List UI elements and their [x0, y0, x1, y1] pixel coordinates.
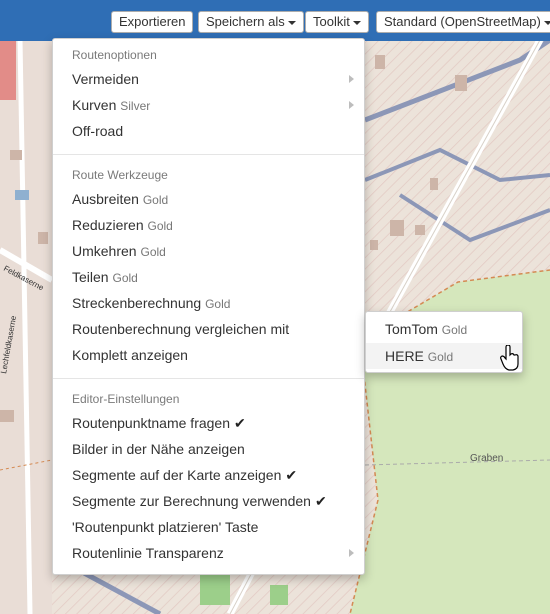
tier-badge-silver: Silver: [120, 99, 151, 113]
chevron-right-icon: [349, 101, 354, 109]
menu-item-route-line-transparency[interactable]: Routenlinie Transparenz: [53, 540, 364, 566]
section-header-route-options: Routenoptionen: [72, 48, 157, 62]
checkmark-icon: ✔: [314, 493, 327, 509]
menu-item-label: Off-road: [72, 123, 124, 139]
menu-item-label: Bilder in der Nähe anzeigen: [72, 441, 245, 457]
menu-item-ask-waypoint-name[interactable]: Routenpunktname fragen ✔: [53, 410, 364, 436]
checkmark-icon: ✔: [234, 415, 246, 431]
map-style-dropdown[interactable]: Standard (OpenStreetMap): [376, 11, 550, 33]
tier-badge-gold: Gold: [142, 193, 169, 207]
save-as-dropdown[interactable]: Speichern als: [198, 11, 304, 33]
menu-item-label: Segmente zur Berechnung verwenden: [72, 493, 311, 509]
toolkit-label: Toolkit: [313, 14, 350, 29]
map-style-label: Standard (OpenStreetMap): [384, 14, 541, 29]
tier-badge-gold: Gold: [147, 219, 173, 233]
map-label-graben: Graben: [470, 453, 503, 464]
top-toolbar: Exportieren Speichern als Toolkit Standa…: [0, 0, 550, 41]
menu-item-avoid[interactable]: Vermeiden: [53, 66, 364, 92]
tier-badge-gold: Gold: [205, 297, 231, 311]
submenu-item-tomtom[interactable]: TomTom Gold: [366, 316, 522, 342]
tier-badge-gold: Gold: [140, 245, 166, 259]
tier-badge-gold: Gold: [112, 271, 138, 285]
submenu-item-label: TomTom: [385, 321, 438, 337]
chevron-right-icon: [349, 75, 354, 83]
menu-item-label: Teilen: [72, 269, 109, 285]
menu-item-label: Routenberechnung vergleichen mit: [72, 321, 290, 337]
menu-item-label: Routenpunktname fragen: [72, 415, 230, 431]
hand-pointer-icon: [500, 345, 519, 371]
menu-item-label: Umkehren: [72, 243, 137, 259]
save-as-label: Speichern als: [206, 14, 285, 29]
menu-item-spread[interactable]: Ausbreiten Gold: [53, 186, 364, 212]
menu-item-show-segments-on-map[interactable]: Segmente auf der Karte anzeigen ✔: [53, 462, 364, 488]
menu-item-label: Ausbreiten: [72, 191, 139, 207]
toolkit-dropdown[interactable]: Toolkit: [305, 11, 369, 33]
chevron-right-icon: [349, 549, 354, 557]
toolkit-menu: Routenoptionen Vermeiden Kurven Silver O…: [52, 38, 365, 575]
export-button[interactable]: Exportieren: [111, 11, 194, 33]
checkmark-icon: ✔: [285, 467, 298, 483]
export-button-label: Exportieren: [119, 14, 186, 29]
section-header-editor-settings: Editor-Einstellungen: [72, 392, 180, 406]
menu-item-label: Routenlinie Transparenz: [72, 545, 224, 561]
caret-down-icon: [352, 20, 361, 25]
tier-badge-gold: Gold: [427, 350, 454, 364]
menu-item-label: Streckenberechnung: [72, 295, 202, 311]
submenu-item-here[interactable]: HERE Gold: [366, 343, 522, 369]
menu-item-route-calculation[interactable]: Streckenberechnung Gold: [53, 290, 364, 316]
menu-divider: [53, 378, 364, 379]
tier-badge-gold: Gold: [441, 323, 468, 337]
menu-item-compare-route[interactable]: Routenberechnung vergleichen mit: [53, 316, 364, 342]
section-header-route-tools: Route Werkzeuge: [72, 168, 168, 182]
menu-item-place-waypoint-key[interactable]: 'Routenpunkt platzieren' Taste: [53, 514, 364, 540]
menu-item-label: 'Routenpunkt platzieren' Taste: [72, 519, 259, 535]
menu-item-reverse[interactable]: Umkehren Gold: [53, 238, 364, 264]
menu-item-split[interactable]: Teilen Gold: [53, 264, 364, 290]
menu-item-show-nearby-images[interactable]: Bilder in der Nähe anzeigen: [53, 436, 364, 462]
menu-item-off-road[interactable]: Off-road: [53, 118, 364, 144]
menu-item-label: Kurven: [72, 97, 117, 113]
caret-down-icon: [543, 20, 550, 25]
menu-divider: [53, 154, 364, 155]
menu-item-show-all[interactable]: Komplett anzeigen: [53, 342, 364, 368]
menu-item-label: Segmente auf der Karte anzeigen: [72, 467, 282, 483]
caret-down-icon: [287, 20, 296, 25]
menu-item-label: Reduzieren: [72, 217, 144, 233]
menu-item-use-segments-for-calculation[interactable]: Segmente zur Berechnung verwenden ✔: [53, 488, 364, 514]
menu-item-label: Komplett anzeigen: [72, 347, 188, 363]
menu-item-reduce[interactable]: Reduzieren Gold: [53, 212, 364, 238]
menu-item-label: Vermeiden: [72, 71, 139, 87]
submenu-item-label: HERE: [385, 348, 424, 364]
menu-item-curves[interactable]: Kurven Silver: [53, 92, 364, 118]
